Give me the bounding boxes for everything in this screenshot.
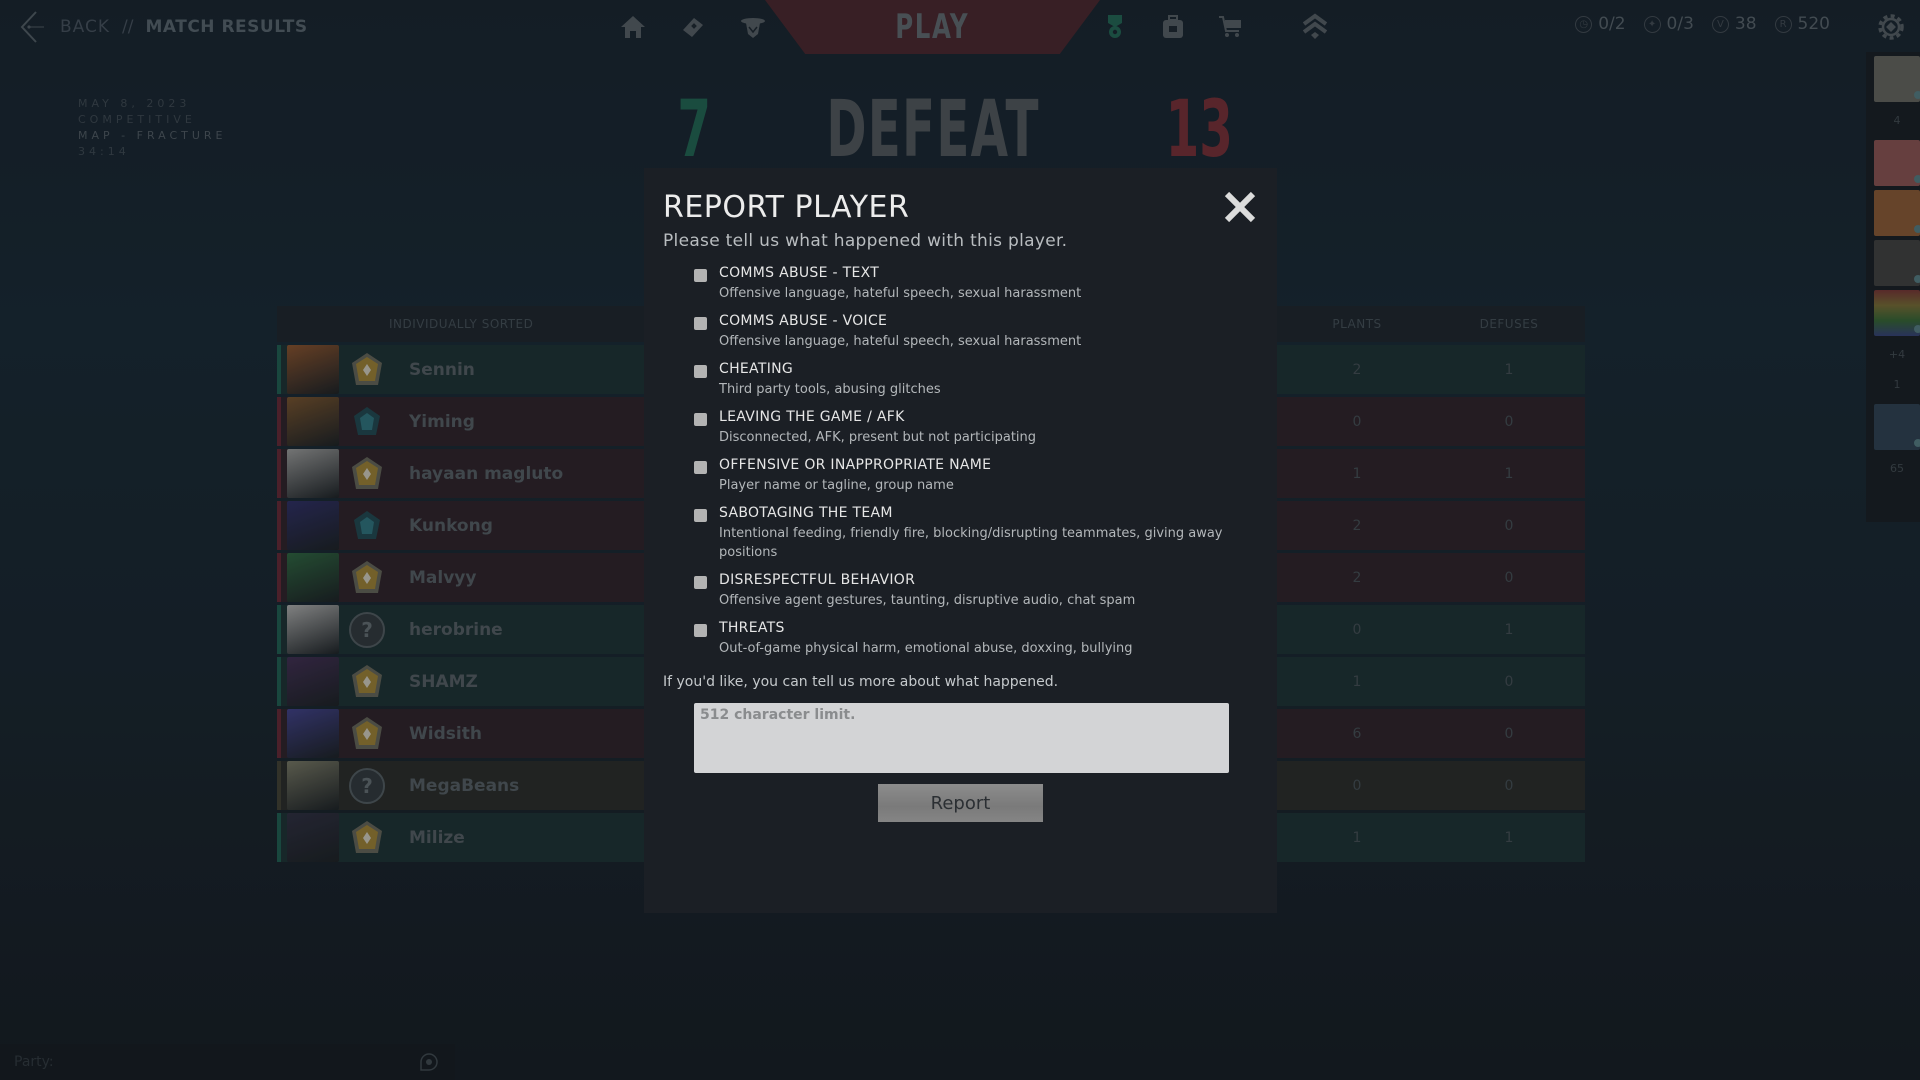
reason-description: Offensive language, hateful speech, sexu… (719, 334, 1082, 349)
reason-title: DISRESPECTFUL BEHAVIOR (719, 572, 916, 588)
reason-text: COMMS ABUSE - TEXT Offensive language, ha… (719, 265, 1081, 303)
reason-checkbox[interactable] (694, 461, 707, 474)
reason-title: THREATS (719, 620, 785, 636)
report-reason-option[interactable]: CHEATING Third party tools, abusing glitc… (694, 361, 1258, 399)
report-details-input[interactable] (694, 703, 1229, 773)
reason-description: Intentional feeding, friendly fire, bloc… (719, 526, 1223, 560)
reason-text: DISRESPECTFUL BEHAVIOR Offensive agent ge… (719, 572, 1135, 610)
reason-text: COMMS ABUSE - VOICE Offensive language, h… (719, 313, 1081, 351)
report-reason-option[interactable]: THREATS Out-of-game physical harm, emotio… (694, 620, 1258, 658)
reason-title: OFFENSIVE OR INAPPROPRIATE NAME (719, 457, 992, 473)
dialog-title: REPORT PLAYER (663, 190, 910, 225)
reason-checkbox[interactable] (694, 624, 707, 637)
reason-checkbox[interactable] (694, 365, 707, 378)
report-reason-option[interactable]: LEAVING THE GAME / AFK Disconnected, AFK,… (694, 409, 1258, 447)
reason-checkbox[interactable] (694, 509, 707, 522)
report-reason-option[interactable]: SABOTAGING THE TEAM Intentional feeding, … (694, 505, 1258, 562)
reason-title: LEAVING THE GAME / AFK (719, 409, 905, 425)
reason-text: LEAVING THE GAME / AFK Disconnected, AFK,… (719, 409, 1036, 447)
reason-title: COMMS ABUSE - TEXT (719, 265, 880, 281)
reason-description: Disconnected, AFK, present but not parti… (719, 430, 1037, 445)
reason-description: Out-of-game physical harm, emotional abu… (719, 641, 1133, 656)
report-reason-option[interactable]: DISRESPECTFUL BEHAVIOR Offensive agent ge… (694, 572, 1258, 610)
reason-title: SABOTAGING THE TEAM (719, 505, 893, 521)
report-reason-option[interactable]: OFFENSIVE OR INAPPROPRIATE NAME Player na… (694, 457, 1258, 495)
reason-text: THREATS Out-of-game physical harm, emotio… (719, 620, 1133, 658)
reason-description: Third party tools, abusing glitches (719, 382, 941, 397)
close-icon[interactable] (1223, 190, 1257, 224)
reason-checkbox[interactable] (694, 413, 707, 426)
reason-text: CHEATING Third party tools, abusing glitc… (719, 361, 941, 399)
reason-text: OFFENSIVE OR INAPPROPRIATE NAME Player na… (719, 457, 991, 495)
report-button[interactable]: Report (878, 784, 1043, 822)
reason-checkbox[interactable] (694, 317, 707, 330)
reason-description: Player name or tagline, group name (719, 478, 954, 493)
report-reason-option[interactable]: COMMS ABUSE - TEXT Offensive language, ha… (694, 265, 1258, 303)
reason-text: SABOTAGING THE TEAM Intentional feeding, … (719, 505, 1239, 562)
reason-title: CHEATING (719, 361, 794, 377)
reason-checkbox[interactable] (694, 576, 707, 589)
reason-title: COMMS ABUSE - VOICE (719, 313, 888, 329)
more-info-prompt: If you'd like, you can tell us more abou… (663, 674, 1059, 690)
report-reasons: COMMS ABUSE - TEXT Offensive language, ha… (694, 265, 1258, 658)
dialog-subtitle: Please tell us what happened with this p… (663, 231, 1068, 251)
report-player-dialog: REPORT PLAYER Please tell us what happen… (644, 168, 1277, 913)
reason-checkbox[interactable] (694, 269, 707, 282)
report-reason-option[interactable]: COMMS ABUSE - VOICE Offensive language, h… (694, 313, 1258, 351)
reason-description: Offensive agent gestures, taunting, disr… (719, 593, 1136, 608)
reason-description: Offensive language, hateful speech, sexu… (719, 286, 1082, 301)
